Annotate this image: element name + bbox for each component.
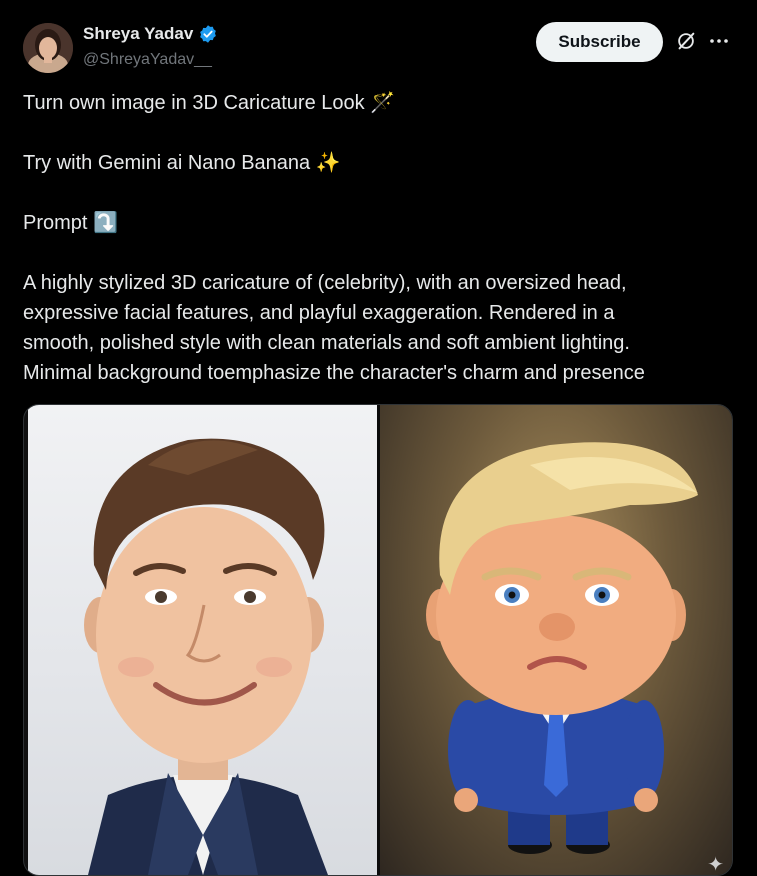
tweet-body-line: smooth, polished style with clean materi… <box>23 332 630 354</box>
avatar[interactable] <box>23 23 73 73</box>
tweet-line-2: Try with Gemini ai Nano Banana ✨ <box>23 152 341 174</box>
author-name-row: Shreya Yadav <box>83 24 218 44</box>
tweet-body-line: Minimal background toemphasize the chara… <box>23 362 645 384</box>
display-name[interactable]: Shreya Yadav <box>83 24 193 44</box>
tweet-line-1: Turn own image in 3D Caricature Look 🪄 <box>23 92 396 114</box>
caricature-right-image <box>426 442 698 854</box>
tweet-line-3: Prompt ⤵️ <box>23 212 118 234</box>
caricature-left-image <box>84 438 328 875</box>
tweet-media[interactable]: ✦ <box>23 404 733 876</box>
media-image-left[interactable] <box>28 405 377 875</box>
tweet-text: Turn own image in 3D Caricature Look 🪄 T… <box>23 88 738 388</box>
more-icon[interactable] <box>708 34 730 48</box>
tweet-body-line: A highly stylized 3D caricature of (cele… <box>23 272 627 294</box>
author-handle[interactable]: @ShreyaYadav__ <box>83 51 212 69</box>
subscribe-button[interactable]: Subscribe <box>536 22 663 62</box>
sparkle-icon: ✦ <box>707 854 724 876</box>
verified-badge-icon[interactable] <box>198 24 218 44</box>
avatar-image <box>23 23 73 73</box>
grok-icon[interactable] <box>675 30 697 52</box>
tweet-body-line: expressive facial features, and playful … <box>23 302 615 324</box>
media-image-right[interactable]: ✦ <box>380 405 732 875</box>
